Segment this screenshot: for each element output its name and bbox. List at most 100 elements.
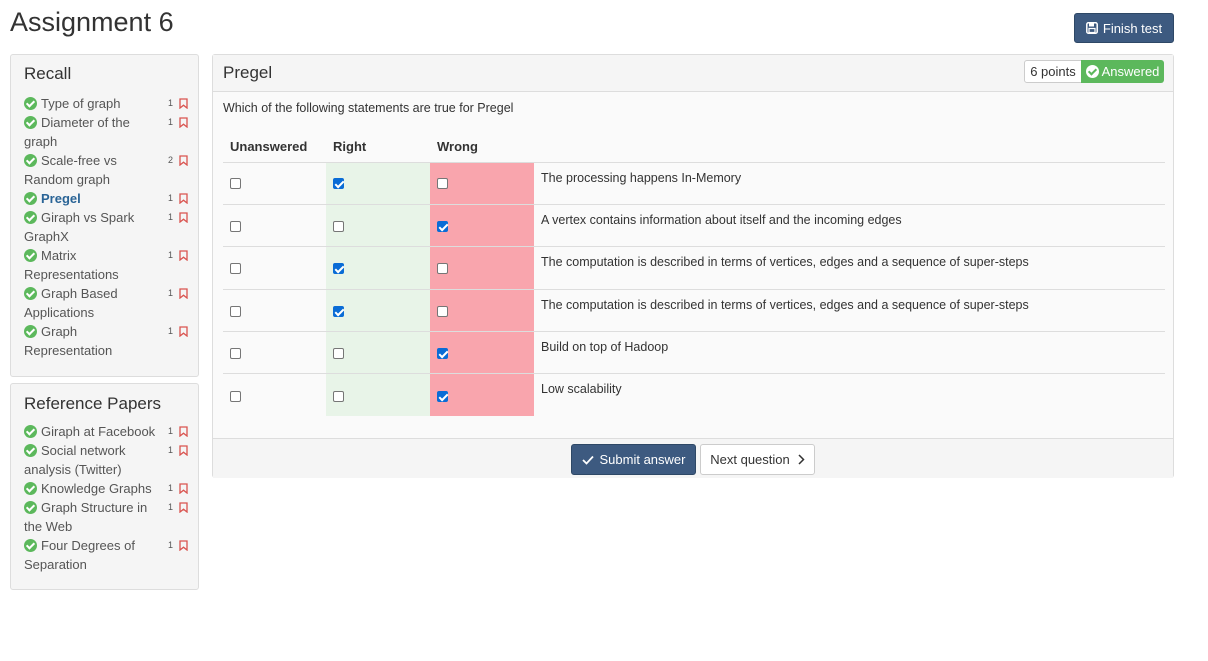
cell-wrong (430, 288, 534, 332)
statement-text: A vertex contains information about itse… (534, 203, 1165, 247)
answered-label: Answered (1101, 64, 1160, 79)
recall-nav-item[interactable]: Diameter of the graph 1 (11, 113, 198, 151)
check-circle-icon (24, 325, 37, 338)
cell-unanswered (223, 161, 326, 205)
bookmark-icon[interactable] (179, 288, 188, 299)
wrong-checkbox[interactable] (437, 390, 448, 402)
next-question-button[interactable]: Next question (700, 444, 815, 475)
recall-panel: Recall Type of graph 1 Diameter of the gra… (10, 54, 199, 377)
papers-nav-item[interactable]: Graph Structure in the Web 1 (11, 498, 198, 536)
check-circle-icon (1085, 65, 1099, 78)
cell-right (326, 246, 430, 290)
question-footer: Submit answer Next question (213, 438, 1173, 478)
right-checkbox[interactable] (333, 178, 344, 190)
unanswered-checkbox[interactable] (230, 347, 241, 359)
right-checkbox[interactable] (333, 390, 344, 402)
cell-right (326, 373, 430, 417)
unanswered-checkbox[interactable] (230, 178, 241, 190)
cell-unanswered (223, 331, 326, 374)
question-count: 1 (167, 250, 173, 260)
submit-answer-button[interactable]: Submit answer (571, 444, 696, 475)
cell-unanswered (223, 246, 326, 290)
recall-panel-title: Recall (24, 64, 72, 83)
statement-text: Low scalability (534, 373, 1165, 417)
recall-nav-item[interactable]: Giraph vs Spark GraphX 1 (11, 208, 198, 246)
wrong-checkbox[interactable] (437, 220, 448, 232)
wrong-checkbox[interactable] (437, 347, 448, 359)
papers-nav-item[interactable]: Knowledge Graphs 1 (11, 479, 198, 498)
unanswered-checkbox[interactable] (230, 220, 241, 232)
nav-item-label: Social network analysis (Twitter) (24, 443, 126, 477)
recall-list: Type of graph 1 Diameter of the graph 1 Scal… (11, 94, 198, 360)
recall-nav-item[interactable]: Pregel 1 (11, 189, 198, 208)
check-circle-icon (24, 482, 37, 495)
nav-item-label: Graph Structure in the Web (24, 500, 148, 534)
bookmark-icon[interactable] (179, 212, 188, 223)
bookmark-icon[interactable] (179, 117, 188, 128)
answered-badge: Answered (1081, 60, 1164, 83)
bookmark-icon[interactable] (179, 483, 188, 494)
recall-nav-item[interactable]: Graph Based Applications 1 (11, 284, 198, 322)
papers-nav-item[interactable]: Social network analysis (Twitter) 1 (11, 441, 198, 479)
check-circle-icon (24, 501, 37, 514)
question-count: 1 (167, 98, 173, 108)
header-statement (534, 131, 1165, 163)
right-checkbox[interactable] (333, 347, 344, 359)
unanswered-checkbox[interactable] (230, 305, 241, 317)
page-title: Assignment 6 (10, 7, 174, 37)
check-circle-icon (24, 116, 37, 129)
header-unanswered: Unanswered (223, 131, 326, 163)
nav-item-label: Scale-free vs Random graph (24, 153, 117, 187)
bookmark-icon[interactable] (179, 193, 188, 204)
next-question-label: Next question (710, 452, 790, 467)
wrong-checkbox[interactable] (437, 178, 448, 190)
bookmark-icon[interactable] (179, 540, 188, 551)
bookmark-icon[interactable] (179, 250, 188, 261)
header-right: Right (326, 131, 430, 163)
bookmark-icon[interactable] (179, 326, 188, 337)
question-count: 1 (167, 502, 173, 512)
header-wrong: Wrong (430, 131, 534, 163)
bookmark-icon[interactable] (179, 155, 188, 166)
right-checkbox[interactable] (333, 305, 344, 317)
papers-nav-item[interactable]: Giraph at Facebook 1 (11, 422, 198, 441)
wrong-checkbox[interactable] (437, 305, 448, 317)
nav-item-label: Giraph at Facebook (41, 424, 156, 439)
wrong-checkbox[interactable] (437, 263, 448, 275)
cell-unanswered (223, 288, 326, 332)
unanswered-checkbox[interactable] (230, 390, 241, 402)
check-circle-icon (24, 154, 37, 167)
nav-item-label: Giraph vs Spark GraphX (24, 210, 135, 244)
question-count: 1 (167, 117, 173, 127)
bookmark-icon[interactable] (179, 502, 188, 513)
cell-unanswered (223, 373, 326, 417)
recall-nav-item[interactable]: Scale-free vs Random graph 2 (11, 151, 198, 189)
check-icon (581, 455, 594, 465)
question-count: 1 (167, 212, 173, 222)
check-circle-icon (24, 192, 37, 205)
submit-answer-label: Submit answer (599, 452, 686, 467)
finish-test-button[interactable]: Finish test (1074, 13, 1174, 43)
reference-papers-panel: Reference Papers Giraph at Facebook 1 Soci… (10, 383, 199, 590)
question-count: 1 (167, 288, 173, 298)
chevron-right-icon (798, 454, 805, 465)
check-circle-icon (24, 211, 37, 224)
recall-nav-item[interactable]: Matrix Representations 1 (11, 246, 198, 284)
papers-nav-item[interactable]: Four Degrees of Separation 1 (11, 536, 198, 574)
nav-item-label: Diameter of the graph (24, 115, 130, 149)
recall-nav-item[interactable]: Graph Representation 1 (11, 322, 198, 360)
check-circle-icon (24, 97, 37, 110)
papers-list: Giraph at Facebook 1 Social network analys… (11, 422, 198, 574)
bookmark-icon[interactable] (179, 445, 188, 456)
right-checkbox[interactable] (333, 220, 344, 232)
question-count: 1 (167, 445, 173, 455)
right-checkbox[interactable] (333, 263, 344, 275)
answer-row: A vertex contains information about itse… (223, 203, 1165, 247)
recall-nav-item[interactable]: Type of graph 1 (11, 94, 198, 113)
bookmark-icon[interactable] (179, 98, 188, 109)
bookmark-icon[interactable] (179, 426, 188, 437)
unanswered-checkbox[interactable] (230, 263, 241, 275)
check-circle-icon (24, 539, 37, 552)
cell-right (326, 288, 430, 332)
check-circle-icon (24, 249, 37, 262)
